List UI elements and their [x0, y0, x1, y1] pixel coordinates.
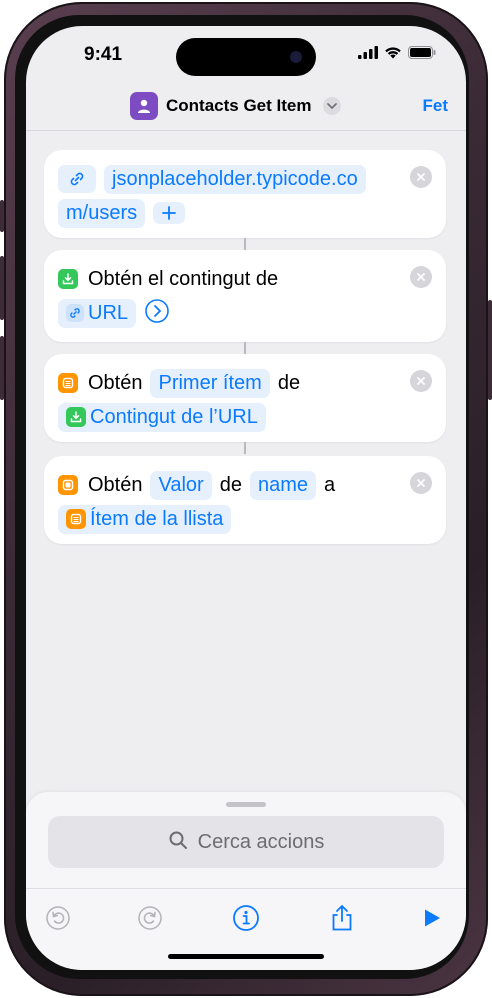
card-line: m/users [58, 196, 398, 230]
action-preposition-in: a [323, 473, 336, 496]
redo-button[interactable] [134, 902, 166, 934]
url-text-line1[interactable]: jsonplaceholder.typicode.co [104, 164, 366, 194]
chevron-down-icon [323, 97, 342, 115]
share-button[interactable] [326, 902, 358, 934]
dynamic-island [176, 38, 316, 76]
action-connector [244, 238, 246, 250]
remove-action-button[interactable] [410, 266, 432, 288]
download-icon [66, 407, 86, 427]
card-line: Ítem de la llista [58, 502, 398, 536]
url-text-line2[interactable]: m/users [58, 198, 146, 228]
done-button[interactable]: Fet [423, 96, 449, 116]
action-card-url[interactable]: jsonplaceholder.typicode.co m/users [44, 150, 446, 238]
search-placeholder: Cerca accions [197, 830, 325, 853]
list-icon [66, 509, 86, 529]
card-line: Obtén el contingut de [58, 262, 398, 296]
status-icons [358, 46, 436, 64]
add-url-button[interactable] [153, 202, 186, 224]
share-icon [332, 904, 352, 931]
card-line: Obtén Valor de name a [58, 468, 398, 502]
close-icon [417, 273, 425, 281]
value-selector-token[interactable]: Valor [150, 470, 212, 500]
download-icon [58, 269, 78, 289]
card-line: Obtén Primer ítem de [58, 366, 398, 400]
token-label: Contingut de l’URL [90, 405, 258, 428]
action-preposition: de [219, 473, 242, 496]
editor-toolbar [26, 896, 466, 940]
token-label: URL [88, 301, 129, 324]
toolbar-divider [26, 888, 466, 889]
card-line: Contingut de l’URL [58, 400, 398, 434]
action-preposition: de [277, 371, 301, 394]
remove-action-button[interactable] [410, 472, 432, 494]
status-bar: 9:41 [26, 26, 466, 82]
actions-sheet: Cerca accions [26, 792, 466, 970]
home-indicator [168, 954, 324, 959]
dictionary-icon [58, 475, 78, 495]
plus-icon [162, 206, 177, 220]
card-line: URL [58, 296, 398, 330]
info-button[interactable] [230, 902, 262, 934]
list-icon [58, 373, 78, 393]
play-icon [425, 909, 440, 927]
action-card-get-item[interactable]: Obtén Primer ítem de Contingut de l’URL [44, 354, 446, 442]
close-icon [417, 173, 425, 181]
undo-icon [46, 906, 70, 930]
link-icon [66, 168, 88, 190]
search-icon [168, 830, 188, 855]
volume-up-button [0, 256, 4, 320]
contacts-person-icon [130, 92, 158, 120]
shortcut-title-menu[interactable]: Contacts Get Item [130, 92, 342, 120]
close-icon [417, 377, 425, 385]
remove-action-button[interactable] [410, 370, 432, 392]
source-variable-token[interactable]: Contingut de l’URL [58, 402, 266, 432]
status-time: 9:41 [84, 44, 123, 65]
action-verb: Obtén [88, 473, 143, 496]
volume-down-button [0, 336, 4, 400]
undo-button[interactable] [42, 902, 74, 934]
action-verb: Obtén [88, 371, 143, 394]
battery-icon [408, 46, 436, 64]
key-token[interactable]: name [249, 470, 316, 500]
cellular-signal-icon [358, 46, 378, 64]
camera [290, 51, 302, 63]
url-token[interactable] [58, 165, 96, 193]
expand-chevron-button[interactable] [144, 298, 170, 329]
token-label: Ítem de la llista [90, 507, 224, 530]
redo-icon [138, 906, 162, 930]
sheet-grabber[interactable] [226, 802, 266, 807]
url-variable-token[interactable]: URL [58, 298, 137, 328]
action-card-get-value[interactable]: Obtén Valor de name a Ítem de la llista [44, 456, 446, 544]
card-line: jsonplaceholder.typicode.co [58, 162, 398, 196]
action-label: Obtén el contingut de [88, 267, 279, 290]
side-button [488, 300, 492, 400]
screen: 9:41 Contacts Get Item Fet jsonplacehold… [26, 26, 466, 970]
nav-divider [26, 130, 466, 131]
item-selector-token[interactable]: Primer ítem [150, 368, 270, 398]
search-actions-field[interactable]: Cerca accions [48, 816, 444, 868]
run-button[interactable] [416, 902, 448, 934]
wifi-icon [384, 46, 402, 64]
action-card-get-contents[interactable]: Obtén el contingut de URL [44, 250, 446, 342]
action-button [0, 200, 4, 232]
action-connector [244, 442, 246, 454]
page-title: Contacts Get Item [166, 96, 312, 115]
chevron-right-circle-icon [145, 298, 169, 323]
info-icon [233, 905, 259, 931]
nav-bar: Contacts Get Item Fet [26, 88, 466, 130]
list-item-variable-token[interactable]: Ítem de la llista [58, 504, 232, 534]
link-icon [66, 304, 84, 322]
close-icon [417, 479, 425, 487]
action-connector [244, 342, 246, 354]
remove-action-button[interactable] [410, 166, 432, 188]
